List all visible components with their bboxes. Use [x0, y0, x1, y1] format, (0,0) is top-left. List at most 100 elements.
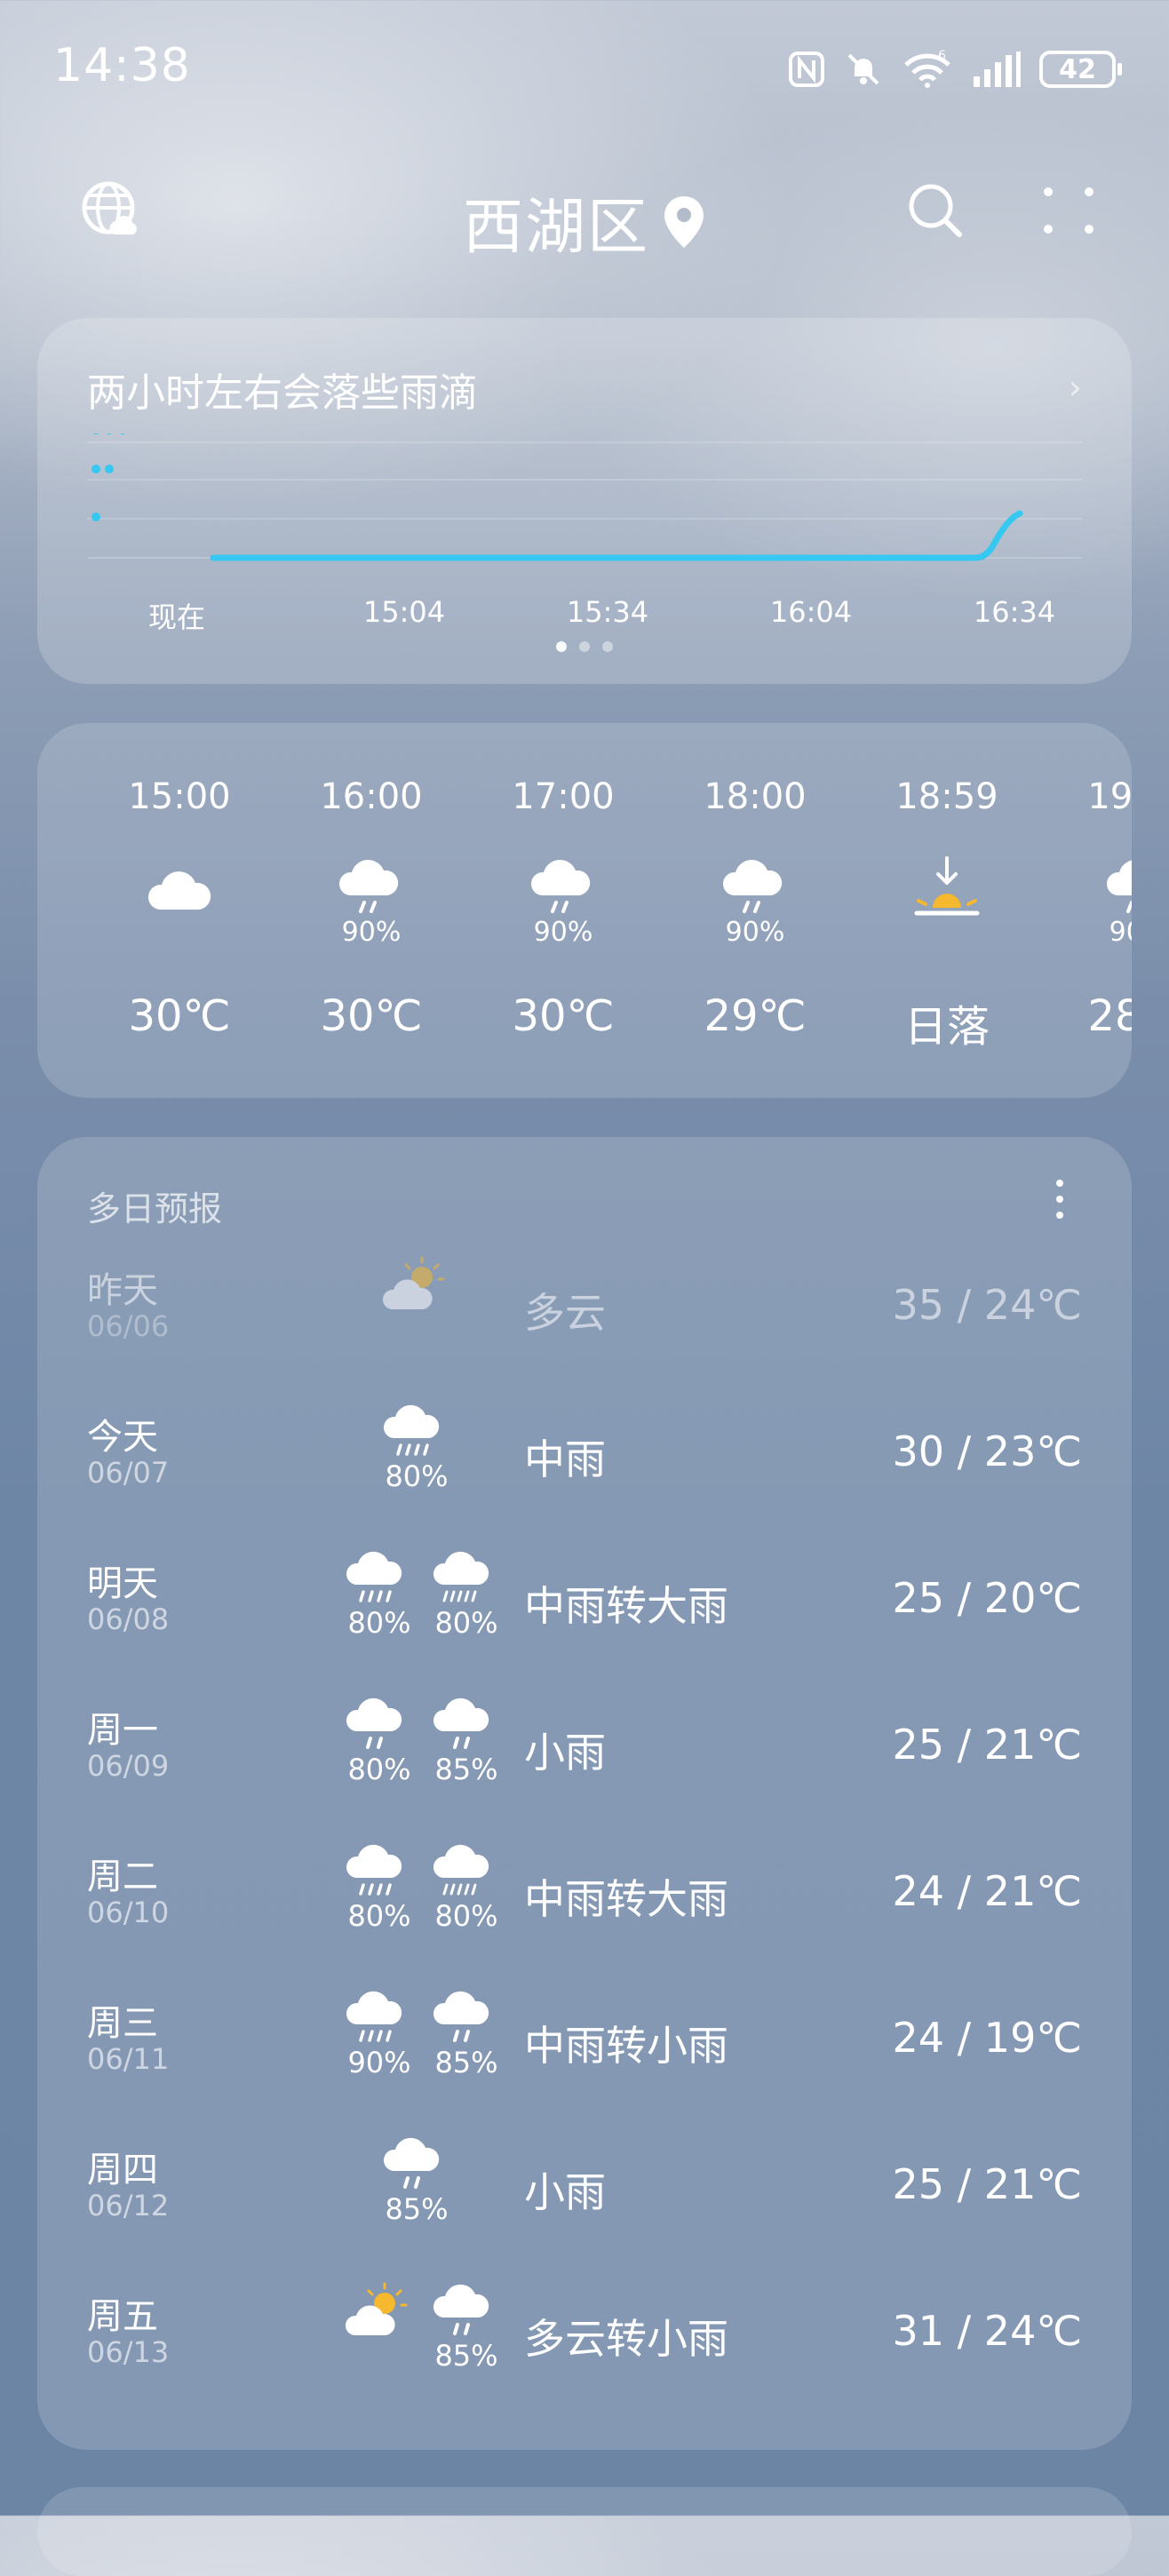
daily-temp-range: 30 / 23℃: [892, 1427, 1082, 1475]
page-dot[interactable]: [602, 641, 613, 652]
light-rain-icon: [426, 2280, 506, 2342]
hourly-forecast-card[interactable]: 15:00 30℃ 16:00 90% 30℃ 17:00 90% 30℃ 18…: [37, 723, 1132, 1098]
rain-forecast-card[interactable]: 两小时左右会落些雨滴 › 现在 15:04 15:34 16:04 16:34: [37, 318, 1132, 684]
hourly-item[interactable]: 16:00 90% 30℃: [274, 723, 469, 1098]
page-indicator[interactable]: [37, 641, 1132, 652]
daily-temp-range: 35 / 24℃: [892, 1281, 1082, 1329]
daily-condition: 小雨: [524, 2168, 606, 2216]
status-icons: 6 42: [787, 44, 1122, 94]
battery-level: 42: [1059, 53, 1096, 85]
daily-forecast-title: 多日预报: [87, 1189, 223, 1228]
daily-precip-chance: 80%: [385, 1459, 449, 1493]
sunset-icon: [914, 856, 980, 916]
daily-precip-chance: 85%: [434, 2046, 498, 2079]
location-name: 西湖区: [462, 193, 649, 263]
hourly-item[interactable]: 18:00 90% 29℃: [657, 723, 853, 1098]
daily-row[interactable]: 周二 06/10 中雨转大雨 24 / 21℃ 80% 80%: [37, 1830, 1132, 1976]
daily-weather-icon-box: 80%: [426, 1841, 506, 1965]
four-dots-icon: [1044, 187, 1093, 234]
daily-date: 06/08: [87, 1602, 170, 1636]
moderate-rain-icon: [339, 1547, 419, 1610]
daily-precip-chance: 80%: [347, 1899, 411, 1933]
heavy-rain-icon: [426, 1547, 506, 1610]
signal-icon: [974, 52, 1021, 87]
hour-temp: 30℃: [512, 991, 615, 1041]
rain-icon: [722, 859, 783, 913]
daily-day-label: 周四: [87, 2150, 158, 2190]
daily-weather-icon-box: 80%: [339, 1841, 419, 1965]
rain-time-label: 15:04: [362, 595, 446, 629]
daily-row[interactable]: 今天 06/07 中雨 30 / 23℃ 80%: [37, 1390, 1132, 1537]
daily-day-label: 周二: [87, 1856, 158, 1897]
daily-date: 06/12: [87, 2189, 170, 2222]
page-dot-active[interactable]: [556, 641, 567, 652]
hourly-item[interactable]: 17:00 90% 30℃: [465, 723, 661, 1098]
search-icon: [909, 184, 962, 237]
daily-precip-chance: 80%: [434, 1606, 498, 1640]
status-bar: 14:38 6 42: [0, 0, 1169, 133]
daily-day-label: 周五: [87, 2296, 158, 2337]
daily-row[interactable]: 昨天 06/06 多云 35 / 24℃: [37, 1244, 1132, 1390]
hour-precip-chance: 90%: [533, 917, 593, 948]
daily-weather-icon-box: 80%: [377, 1401, 457, 1525]
daily-weather-icon-box: 85%: [377, 2134, 457, 2258]
hour-time: 17:00: [512, 776, 615, 817]
hour-time: 16:00: [320, 776, 423, 817]
daily-weather-icon-box: 90%: [339, 1987, 419, 2111]
moderate-rain-legend-icon: [91, 465, 114, 473]
daily-row[interactable]: 周一 06/09 小雨 25 / 21℃ 80% 85%: [37, 1683, 1132, 1830]
hour-temp: 30℃: [128, 991, 231, 1041]
daily-temp-range: 24 / 21℃: [892, 1867, 1082, 1915]
hour-precip-chance: 90%: [725, 917, 785, 948]
heavy-rain-legend-icon: [93, 433, 125, 434]
hourly-item[interactable]: 18:59 日落: [849, 723, 1045, 1098]
search-button[interactable]: [906, 181, 965, 240]
cloudy-icon: [147, 871, 211, 910]
precipitation-chart: [87, 433, 1082, 561]
daily-row[interactable]: 周五 06/13 多云转小雨 31 / 24℃ 85%: [37, 2270, 1132, 2416]
hour-temp: 30℃: [320, 991, 423, 1041]
more-menu-button[interactable]: [1039, 181, 1098, 240]
page-dot[interactable]: [579, 641, 590, 652]
daily-row[interactable]: 周四 06/12 小雨 25 / 21℃ 85%: [37, 2123, 1132, 2270]
light-rain-icon: [426, 1694, 506, 1756]
daily-condition: 中雨: [524, 1435, 606, 1483]
rain-time-label: 16:34: [973, 595, 1056, 629]
hourly-item[interactable]: 19:00 90% 28℃: [1041, 723, 1132, 1098]
rain-icon: [530, 859, 591, 913]
chevron-right-icon: ›: [1068, 368, 1082, 407]
rain-icon: [1107, 860, 1132, 913]
hourly-item[interactable]: 15:00 30℃: [82, 723, 277, 1098]
daily-weather-icon-box: 80%: [339, 1547, 419, 1672]
light-rain-icon: [377, 2134, 457, 2196]
heavy-rain-icon: [426, 1841, 506, 1903]
daily-temp-range: 25 / 20℃: [892, 1574, 1082, 1622]
light-rain-icon: [339, 1694, 419, 1756]
svg-text:6: 6: [938, 49, 946, 63]
vertical-dots-icon: [1056, 1180, 1063, 1219]
hour-temp: 日落: [903, 1002, 990, 1052]
light-rain-icon: [426, 1987, 506, 2049]
daily-condition: 中雨转大雨: [524, 1582, 728, 1630]
daily-precip-chance: 90%: [347, 2046, 411, 2079]
mute-bell-icon: [847, 53, 879, 85]
daily-condition: 多云: [524, 1289, 606, 1337]
status-time: 14:38: [53, 39, 191, 92]
location-title[interactable]: 西湖区: [0, 178, 1169, 266]
daily-forecast-card: 多日预报 昨天 06/06 多云 35 / 24℃ 今天 06/07 中雨 30 / 23℃ 8…: [37, 1137, 1132, 2450]
daily-row[interactable]: 明天 06/08 中雨转大雨 25 / 20℃ 80% 80%: [37, 1537, 1132, 1683]
light-rain-legend-icon: [91, 513, 100, 521]
daily-temp-range: 31 / 24℃: [892, 2307, 1082, 2355]
daily-condition: 中雨转大雨: [524, 1875, 728, 1923]
daily-precip-chance: 85%: [434, 2339, 498, 2373]
daily-weather-icon-box: 85%: [426, 2280, 506, 2405]
location-pin-icon: [664, 195, 704, 248]
daily-row[interactable]: 周三 06/11 中雨转小雨 24 / 19℃ 90% 85%: [37, 1976, 1132, 2123]
daily-precip-chance: 80%: [347, 1606, 411, 1640]
daily-date: 06/11: [87, 2042, 170, 2076]
daily-precip-chance: 85%: [385, 2192, 449, 2226]
hour-time: 19:00: [1087, 776, 1132, 817]
daily-condition: 小雨: [524, 1729, 606, 1777]
next-card-peek: [37, 2487, 1132, 2576]
daily-more-button[interactable]: [1038, 1173, 1082, 1226]
